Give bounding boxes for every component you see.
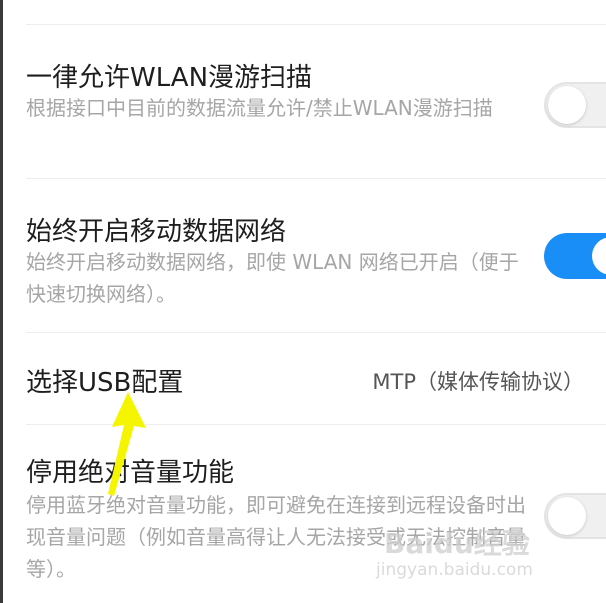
divider xyxy=(26,332,606,333)
toggle-knob xyxy=(548,86,586,124)
watermark-url: jingyan.baidu.com xyxy=(376,560,533,580)
setting-description: 根据接口中目前的数据流量允许/禁止WLAN漫游扫描 xyxy=(26,96,493,120)
divider xyxy=(26,24,606,25)
wlan-roaming-scan-toggle[interactable] xyxy=(544,82,606,128)
setting-title: 一律允许WLAN漫游扫描 xyxy=(26,63,313,93)
watermark: Baidu经验 jingyan.baidu.com xyxy=(374,522,574,592)
divider xyxy=(26,178,606,179)
window-edge xyxy=(0,0,3,603)
settings-screen: 一律允许WLAN漫游扫描 根据接口中目前的数据流量允许/禁止WLAN漫游扫描 始… xyxy=(0,0,606,603)
annotation-arrow-icon xyxy=(108,392,146,496)
setting-title: 始终开启移动数据网络 xyxy=(26,217,287,247)
mobile-data-always-on-toggle[interactable] xyxy=(544,233,606,279)
watermark-logo: Baidu经验 xyxy=(384,527,530,560)
toggle-knob xyxy=(592,237,606,275)
usb-config-value: MTP（媒体传输协议） xyxy=(372,370,584,394)
setting-description: 始终开启移动数据网络，即使 WLAN 网络已开启（便于快速切换网络）。 xyxy=(26,250,519,306)
